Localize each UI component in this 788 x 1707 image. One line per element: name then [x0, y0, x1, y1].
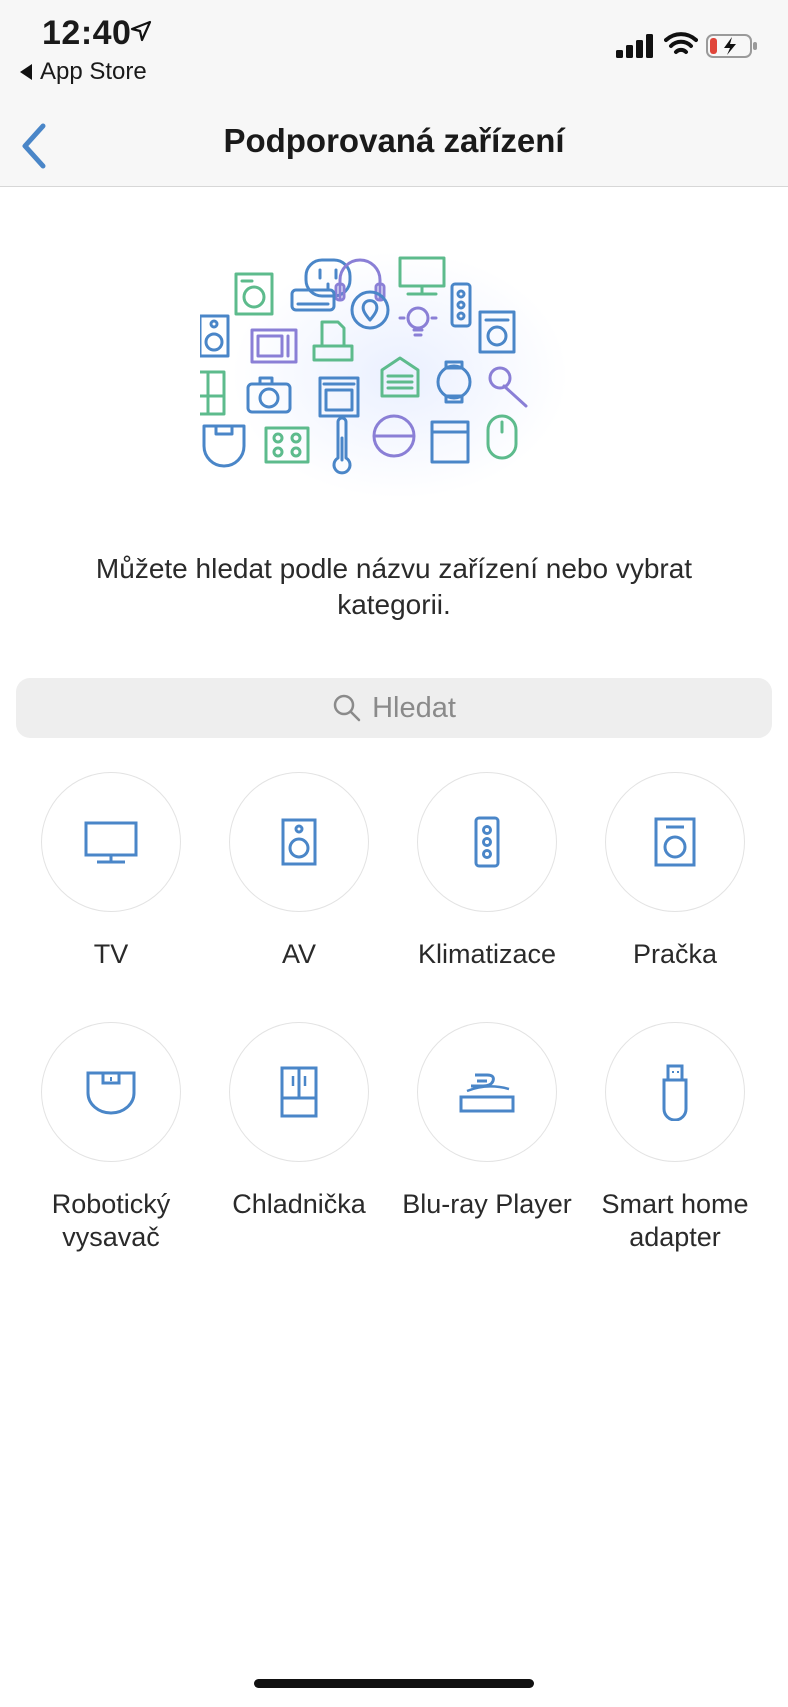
category-label: Pračka [632, 939, 718, 969]
location-arrow-icon [130, 20, 152, 42]
dryer-icon [234, 272, 274, 316]
cellular-signal-icon [616, 34, 653, 58]
status-time: 12:40 [42, 14, 132, 52]
speaker-icon [281, 818, 317, 866]
camera-icon [246, 376, 292, 414]
intro-text: Můžete hledat podle názvu zařízení nebo … [95, 553, 693, 620]
category-label: Smart home adapter [601, 1189, 749, 1252]
category-label: AV [281, 939, 316, 969]
air-conditioner-icon [474, 816, 500, 868]
smart-speaker-icon [372, 414, 416, 458]
category-circle [41, 1022, 181, 1162]
category-klimatizace[interactable]: Klimatizace [393, 772, 581, 971]
category-circle [41, 772, 181, 912]
location-pin-icon [350, 290, 390, 330]
category-circle [229, 772, 369, 912]
oven-icon [318, 376, 360, 418]
category-circle [417, 1022, 557, 1162]
thermometer-icon [332, 416, 352, 475]
printer-icon [312, 320, 354, 362]
washing-machine-icon [654, 817, 696, 867]
devices-illustration [200, 256, 528, 475]
remote-icon [450, 282, 472, 328]
category-label: TV [93, 939, 129, 969]
robot-vacuum-icon [202, 424, 246, 468]
wifi-icon [664, 32, 698, 54]
category-tv[interactable]: TV [17, 772, 205, 971]
dishwasher-icon [430, 420, 470, 464]
back-app-label: App Store [40, 58, 147, 85]
category-circle [605, 772, 745, 912]
mouse-icon [486, 414, 518, 460]
category-circle [229, 1022, 369, 1162]
tv-icon [84, 821, 138, 864]
category-circle [417, 772, 557, 912]
monitor-icon [398, 256, 446, 296]
category-roboticky-vysavac[interactable]: Robotický vysavač [17, 1022, 205, 1254]
cooktop-icon [264, 426, 310, 464]
earpiece-icon [488, 366, 528, 408]
refrigerator-icon [280, 1066, 318, 1118]
refrigerator-icon [200, 370, 226, 416]
microwave-icon [250, 328, 298, 364]
search-placeholder: Hledat [372, 691, 456, 724]
back-triangle-icon [20, 64, 32, 80]
garage-icon [380, 356, 420, 398]
speaker-icon [200, 314, 230, 358]
usb-adapter-icon [662, 1064, 688, 1121]
navigation-bar: Podporovaná zařízení [0, 108, 788, 187]
smartwatch-icon [436, 360, 472, 404]
category-label: Klimatizace [417, 939, 557, 969]
search-field[interactable]: Hledat [16, 678, 772, 738]
category-circle [605, 1022, 745, 1162]
category-pracka[interactable]: Pračka [581, 772, 769, 971]
category-label: Blu-ray Player [402, 1189, 572, 1219]
status-bar: 12:40 App Store [0, 0, 788, 108]
back-to-app-store[interactable]: App Store [20, 58, 147, 86]
robot-vacuum-icon [86, 1071, 136, 1115]
category-label: Chladnička [232, 1189, 366, 1219]
light-bulb-icon [398, 306, 438, 337]
category-bluray-player[interactable]: Blu-ray Player [393, 1022, 581, 1221]
home-indicator[interactable] [254, 1679, 534, 1688]
bluray-player-icon [459, 1073, 515, 1113]
battery-charging-icon [706, 34, 757, 58]
category-smart-home-adapter[interactable]: Smart home adapter [581, 1022, 769, 1254]
page-title: Podporovaná zařízení [223, 122, 565, 159]
search-icon [333, 694, 361, 722]
category-av[interactable]: AV [205, 772, 393, 971]
category-chladnicka[interactable]: Chladnička [205, 1022, 393, 1221]
washing-machine-icon [478, 310, 516, 354]
category-label: Robotický vysavač [51, 1189, 171, 1252]
